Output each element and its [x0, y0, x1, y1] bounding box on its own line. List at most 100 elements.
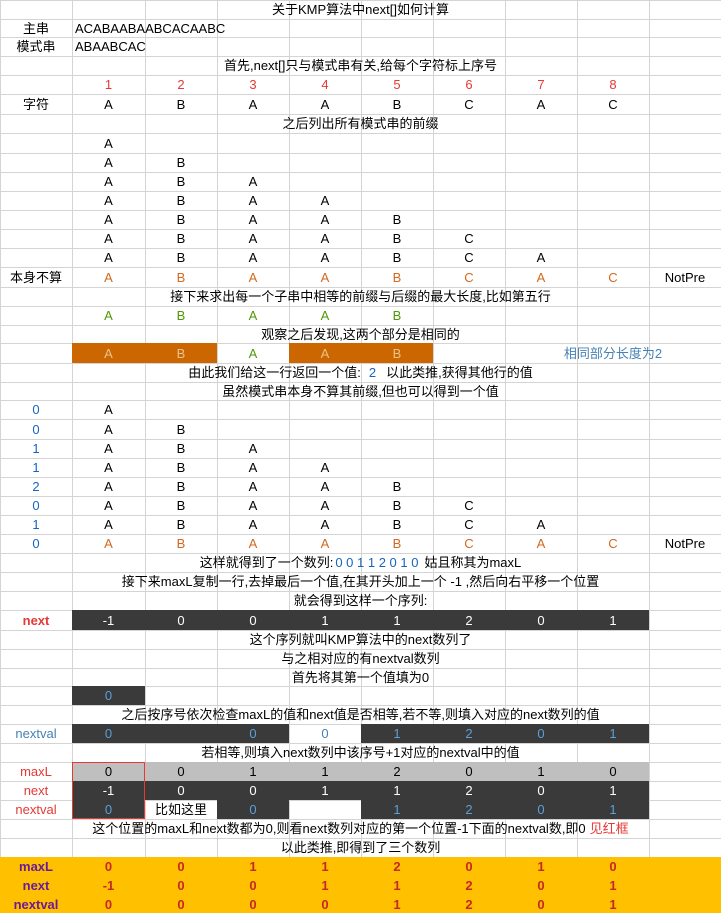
not-pre-label[interactable]: NotPre	[649, 267, 721, 287]
here-note[interactable]: 比如这里	[145, 800, 217, 819]
step-text[interactable]: 观察之后发现,这两个部分是相同的	[0, 325, 721, 343]
pattern-label[interactable]: 模式串	[0, 37, 72, 56]
prefix-cell[interactable]: A	[72, 439, 145, 458]
nextval-value[interactable]: 1	[577, 724, 649, 743]
main-string-value[interactable]: ACABAABAABCACAABC	[72, 19, 361, 37]
prefix-cell[interactable]: A	[72, 306, 145, 325]
final-maxl-value[interactable]: 2	[361, 857, 433, 876]
final-next-value[interactable]: 2	[433, 876, 505, 895]
prefix-cell[interactable]: B	[361, 248, 433, 267]
prefix-cell[interactable]: B	[145, 439, 217, 458]
maxl-value[interactable]: 0	[0, 400, 72, 419]
final-maxl-value[interactable]: 0	[145, 857, 217, 876]
final-maxl-value[interactable]: 1	[505, 857, 577, 876]
next-value[interactable]: 0	[217, 610, 289, 630]
prefix-cell[interactable]: A	[217, 229, 289, 248]
final-maxl-value[interactable]: 0	[72, 857, 145, 876]
prefix-cell[interactable]: A	[289, 515, 361, 534]
prefix-cell[interactable]: C	[433, 267, 505, 287]
prefix-cell[interactable]: B	[145, 306, 217, 325]
final-next-value[interactable]: 0	[217, 876, 289, 895]
prefix-cell[interactable]: A	[289, 458, 361, 477]
index-cell[interactable]: 1	[72, 75, 145, 94]
index-cell[interactable]: 4	[289, 75, 361, 94]
step-text[interactable]: 之后列出所有模式串的前缀	[0, 114, 721, 133]
prefix-cell[interactable]: A	[72, 153, 145, 172]
maxl-label[interactable]: maxL	[0, 762, 72, 781]
prefix-cell[interactable]: A	[217, 306, 289, 325]
prefix-cell[interactable]: A	[72, 133, 145, 153]
next-value[interactable]: 1	[577, 781, 649, 800]
nextval-value[interactable]: 0	[505, 724, 577, 743]
prefix-cell[interactable]: A	[217, 191, 289, 210]
char-cell[interactable]: B	[145, 94, 217, 114]
step-text[interactable]: 这个位置的maxL和next数都为0,则看next数列对应的第一个位置-1下面的…	[0, 819, 721, 838]
final-maxl-value[interactable]: 1	[217, 857, 289, 876]
prefix-cell[interactable]: B	[145, 458, 217, 477]
prefix-match-cell[interactable]: A	[72, 343, 145, 363]
prefix-cell[interactable]: A	[72, 400, 145, 419]
prefix-cell[interactable]: A	[289, 267, 361, 287]
maxl-value[interactable]: 0	[433, 762, 505, 781]
prefix-cell[interactable]: B	[145, 210, 217, 229]
next-label[interactable]: next	[0, 781, 72, 800]
next-value[interactable]: 0	[145, 781, 217, 800]
step-text[interactable]: 首先,next[]只与模式串有关,给每个字符标上序号	[0, 56, 721, 75]
prefix-cell[interactable]: B	[145, 172, 217, 191]
step-text[interactable]: 若相等,则填入next数列中该序号+1对应的nextval中的值	[0, 743, 721, 762]
prefix-cell[interactable]: B	[145, 267, 217, 287]
prefix-cell[interactable]: A	[72, 515, 145, 534]
nextval-value[interactable]: 0	[72, 686, 145, 705]
prefix-cell[interactable]: A	[289, 191, 361, 210]
prefix-cell[interactable]: A	[72, 419, 145, 439]
nextval-value[interactable]: 1	[361, 800, 433, 819]
char-cell[interactable]: A	[72, 94, 145, 114]
prefix-cell[interactable]: A	[217, 210, 289, 229]
next-value[interactable]: 1	[289, 781, 361, 800]
prefix-cell[interactable]: A	[72, 172, 145, 191]
nextval-value[interactable]: 0	[217, 800, 289, 819]
step-text[interactable]: 之后按序号依次检查maxL的值和next值是否相等,若不等,则填入对应的next…	[0, 705, 721, 724]
final-nextval-value[interactable]: 2	[433, 895, 505, 913]
suffix-match-cell[interactable]: B	[361, 343, 433, 363]
nextval-value[interactable]: 0	[72, 724, 145, 743]
index-cell[interactable]: 2	[145, 75, 217, 94]
final-nextval-value[interactable]: 1	[361, 895, 433, 913]
final-next-value[interactable]: 1	[289, 876, 361, 895]
prefix-cell[interactable]: C	[433, 229, 505, 248]
next-value[interactable]: 0	[505, 781, 577, 800]
maxl-value[interactable]: 1	[0, 439, 72, 458]
prefix-cell[interactable]: B	[361, 534, 433, 553]
nextval-value[interactable]: 2	[433, 800, 505, 819]
prefix-cell[interactable]: B	[361, 477, 433, 496]
char-cell[interactable]: C	[433, 94, 505, 114]
step-text[interactable]: 由此我们给这一行返回一个值: 2 以此类推,获得其他行的值	[0, 363, 721, 382]
final-next-value[interactable]: -1	[72, 876, 145, 895]
index-cell[interactable]: 7	[505, 75, 577, 94]
next-value[interactable]: -1	[72, 610, 145, 630]
final-maxl-value[interactable]: 0	[433, 857, 505, 876]
next-value[interactable]: 2	[433, 781, 505, 800]
prefix-cell[interactable]: C	[433, 496, 505, 515]
final-nextval-value[interactable]: 0	[145, 895, 217, 913]
prefix-cell[interactable]: A	[72, 458, 145, 477]
final-next-label[interactable]: next	[0, 876, 72, 895]
page-title[interactable]: 关于KMP算法中next[]如何计算	[0, 0, 721, 19]
prefix-cell[interactable]: C	[577, 534, 649, 553]
same-length-note[interactable]: 相同部分长度为2	[505, 343, 721, 363]
final-nextval-label[interactable]: nextval	[0, 895, 72, 913]
final-next-value[interactable]: 0	[505, 876, 577, 895]
index-cell[interactable]: 8	[577, 75, 649, 94]
nextval-value[interactable]: 1	[361, 724, 433, 743]
prefix-cell[interactable]: A	[72, 210, 145, 229]
prefix-cell[interactable]: A	[72, 191, 145, 210]
prefix-cell[interactable]: A	[72, 248, 145, 267]
final-maxl-value[interactable]: 0	[577, 857, 649, 876]
maxl-value[interactable]: 1	[289, 762, 361, 781]
main-string-label[interactable]: 主串	[0, 19, 72, 37]
prefix-cell[interactable]: A	[505, 267, 577, 287]
prefix-cell[interactable]: B	[361, 210, 433, 229]
maxl-value[interactable]: 1	[217, 762, 289, 781]
char-cell[interactable]: A	[505, 94, 577, 114]
final-nextval-value[interactable]: 0	[217, 895, 289, 913]
